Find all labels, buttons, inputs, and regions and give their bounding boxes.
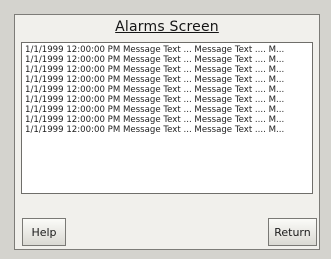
- alarm-row[interactable]: 1/1/1999 12:00:00 PM Message Text ... Me…: [25, 125, 284, 135]
- alarm-row[interactable]: 1/1/1999 12:00:00 PM Message Text ... Me…: [25, 115, 284, 125]
- alarm-row[interactable]: 1/1/1999 12:00:00 PM Message Text ... Me…: [25, 95, 284, 105]
- return-button[interactable]: Return: [268, 218, 317, 246]
- alarms-screen-panel: Alarms Screen 1/1/1999 12:00:00 PM Messa…: [14, 14, 320, 250]
- alarm-row[interactable]: 1/1/1999 12:00:00 PM Message Text ... Me…: [25, 105, 284, 115]
- alarm-row[interactable]: 1/1/1999 12:00:00 PM Message Text ... Me…: [25, 85, 284, 95]
- alarm-list[interactable]: 1/1/1999 12:00:00 PM Message Text ... Me…: [21, 42, 313, 194]
- alarm-row[interactable]: 1/1/1999 12:00:00 PM Message Text ... Me…: [25, 65, 284, 75]
- help-button[interactable]: Help: [22, 218, 66, 246]
- screen-title: Alarms Screen: [115, 19, 219, 35]
- alarm-row[interactable]: 1/1/1999 12:00:00 PM Message Text ... Me…: [25, 55, 284, 65]
- alarm-row[interactable]: 1/1/1999 12:00:00 PM Message Text ... Me…: [25, 75, 284, 85]
- alarm-row[interactable]: 1/1/1999 12:00:00 PM Message Text ... Me…: [25, 45, 284, 55]
